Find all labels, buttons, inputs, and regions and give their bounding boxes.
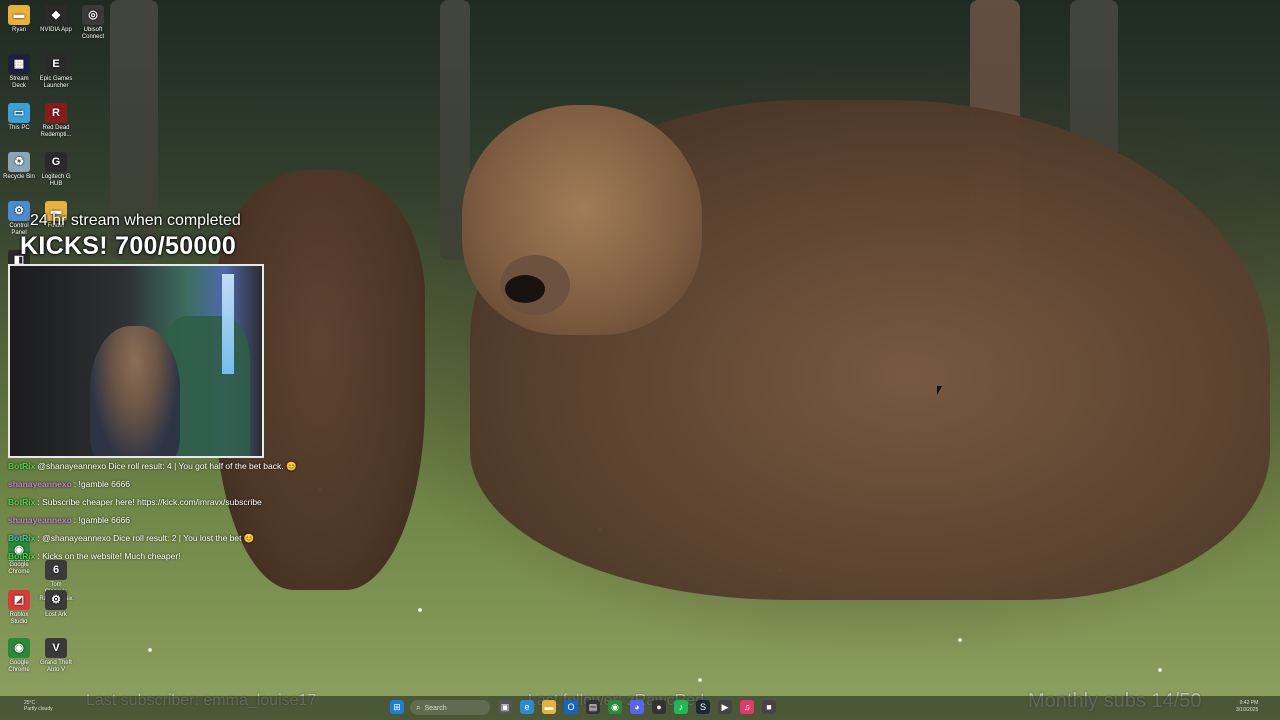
- desktop-icon[interactable]: ⚙ Lost Ark: [39, 590, 73, 619]
- epic-games-icon: E: [45, 54, 67, 74]
- steam-icon[interactable]: S: [696, 700, 710, 714]
- taskbar-clock[interactable]: 9:42 PM 3/10/2025: [1236, 700, 1258, 714]
- weather-desc: Partly cloudy: [24, 706, 53, 712]
- chat-username: shanayeannexo: [8, 479, 72, 489]
- desktop-icon-label: Ubisoft Connect: [81, 27, 105, 40]
- gta-icon: V: [45, 638, 67, 658]
- brown-bear-nose: [505, 275, 545, 303]
- desktop-icon[interactable]: ◎ Ubisoft Connect: [76, 5, 110, 41]
- ubisoft-icon: ◎: [82, 5, 104, 25]
- chat-text: : !gamble 6666: [73, 479, 131, 489]
- desktop-icon-label: Ryan: [11, 27, 26, 33]
- emoji-icon: 😊: [285, 461, 297, 471]
- chat-message: shanayeannexo: !gamble 6666: [8, 475, 388, 493]
- streamer: [90, 326, 180, 456]
- windows-start-icon[interactable]: ⊞: [390, 700, 404, 714]
- task-view-icon[interactable]: ▣: [498, 700, 512, 714]
- desktop-icon[interactable]: ▬ Ryan: [2, 5, 36, 34]
- desktop-icon-label: NVIDIA App: [40, 27, 72, 33]
- file-explorer-icon[interactable]: ▬: [542, 700, 556, 714]
- outlook-icon[interactable]: O: [564, 700, 578, 714]
- desktop-icon-label: Stream Deck: [9, 76, 29, 89]
- red-dead-icon: R: [45, 103, 67, 123]
- folder-icon: ▬: [8, 5, 30, 25]
- chat-text: : Subscribe cheaper here! https://kick.c…: [37, 497, 262, 507]
- monitor-icon: ▭: [8, 103, 30, 123]
- edge-icon[interactable]: e: [520, 700, 534, 714]
- chat-message: shanayeannexo: !gamble 6666: [8, 511, 388, 529]
- clock-date: 3/10/2025: [1236, 707, 1259, 713]
- roblox-studio-icon: ◩: [8, 590, 30, 610]
- desktop-icon[interactable]: V Grand Theft Auto V: [39, 638, 73, 674]
- chat-username: shanayeannexo: [8, 515, 72, 525]
- emoji-icon: 😊: [243, 533, 255, 543]
- desktop-icon[interactable]: ♻ Recycle Bin: [2, 152, 36, 181]
- control-panel-icon: ⚙: [8, 201, 30, 221]
- goal-subtitle: 24 hr stream when completed: [30, 212, 241, 229]
- tiktok-icon[interactable]: ♫: [740, 700, 754, 714]
- desktop-icon-label: Epic Games Launcher: [39, 76, 73, 89]
- chat-text: : Kicks on the website! Much cheaper!: [37, 551, 181, 561]
- desktop-icon-label: Recycle Bin: [3, 174, 35, 180]
- media-player-icon[interactable]: ▶: [718, 700, 732, 714]
- logitech-icon: G: [45, 152, 67, 172]
- chat-username: BotRix: [8, 551, 36, 561]
- chat-message: BotRix: Kicks on the website! Much cheap…: [8, 547, 388, 565]
- chat-message: BotRix: Subscribe cheaper here! https://…: [8, 493, 388, 511]
- chrome-icon: ◉: [8, 638, 30, 658]
- store-icon[interactable]: ▤: [586, 700, 600, 714]
- chat-username: BotRix: [8, 533, 36, 543]
- chat-message: BotRix @shanayeannexo Dice roll result: 4…: [8, 457, 388, 475]
- nvidia-icon: ◆: [45, 5, 67, 25]
- desktop-icon[interactable]: ◉ Google Chrome: [2, 638, 36, 674]
- chat-overlay: BotRix @shanayeannexo Dice roll result: 4…: [8, 457, 388, 565]
- chat-text: : @shanayeannexo Dice roll result: 2 | Y…: [37, 533, 242, 543]
- desktop-icon[interactable]: ◩ Roblox Studio: [2, 590, 36, 626]
- obs-icon[interactable]: ●: [652, 700, 666, 714]
- recycle-bin-icon: ♻: [8, 152, 30, 172]
- clock-time: 9:42 PM: [1239, 700, 1259, 706]
- spotify-icon[interactable]: ♪: [674, 700, 688, 714]
- stream-deck-icon: ▦: [8, 54, 30, 74]
- desktop-icon[interactable]: ▭ This PC: [2, 103, 36, 132]
- chat-username: BotRix: [8, 497, 36, 507]
- desktop-icon[interactable]: R Red Dead Redempti...: [39, 103, 73, 139]
- mouse-cursor: [937, 386, 945, 395]
- weather-widget[interactable]: 25°C Partly cloudy: [24, 700, 53, 712]
- brown-bear-head: [462, 105, 702, 335]
- discord-icon[interactable]: ◕: [630, 700, 644, 714]
- gear-icon: ⚙: [45, 590, 67, 610]
- desktop-icon-label: This PC: [8, 125, 30, 131]
- search-icon: ⌕: [416, 703, 421, 712]
- desktop-icon[interactable]: ◆ NVIDIA App: [39, 5, 73, 34]
- light-bar: [222, 274, 234, 374]
- desktop-icon[interactable]: G Logitech G HUB: [39, 152, 73, 188]
- desktop-icon-label: Logitech G HUB: [41, 174, 71, 187]
- chat-username: BotRix: [8, 461, 36, 471]
- desktop-icon[interactable]: E Epic Games Launcher: [39, 54, 73, 90]
- desktop-icon-label: Red Dead Redempti...: [40, 125, 72, 138]
- chrome-icon[interactable]: ◉: [608, 700, 622, 714]
- desktop-icon-label: Roblox Studio: [9, 612, 29, 625]
- search-placeholder: Search: [424, 705, 447, 712]
- desktop-icon-label: Google Chrome: [8, 660, 30, 673]
- webcam-feed: [8, 264, 264, 458]
- chat-message: BotRix: @shanayeannexo Dice roll result:…: [8, 529, 388, 547]
- desktop-icon[interactable]: ▦ Stream Deck: [2, 54, 36, 90]
- app-icon[interactable]: ■: [762, 700, 776, 714]
- taskbar-search[interactable]: ⌕ Search: [410, 700, 490, 715]
- goal-title: KICKS! 700/50000: [20, 232, 237, 260]
- chat-text: @shanayeannexo Dice roll result: 4 | You…: [37, 461, 284, 471]
- desktop-icon-label: Lost Ark: [45, 612, 67, 618]
- desktop-icon-label: Grand Theft Auto V: [40, 660, 72, 673]
- chat-text: : !gamble 6666: [73, 515, 131, 525]
